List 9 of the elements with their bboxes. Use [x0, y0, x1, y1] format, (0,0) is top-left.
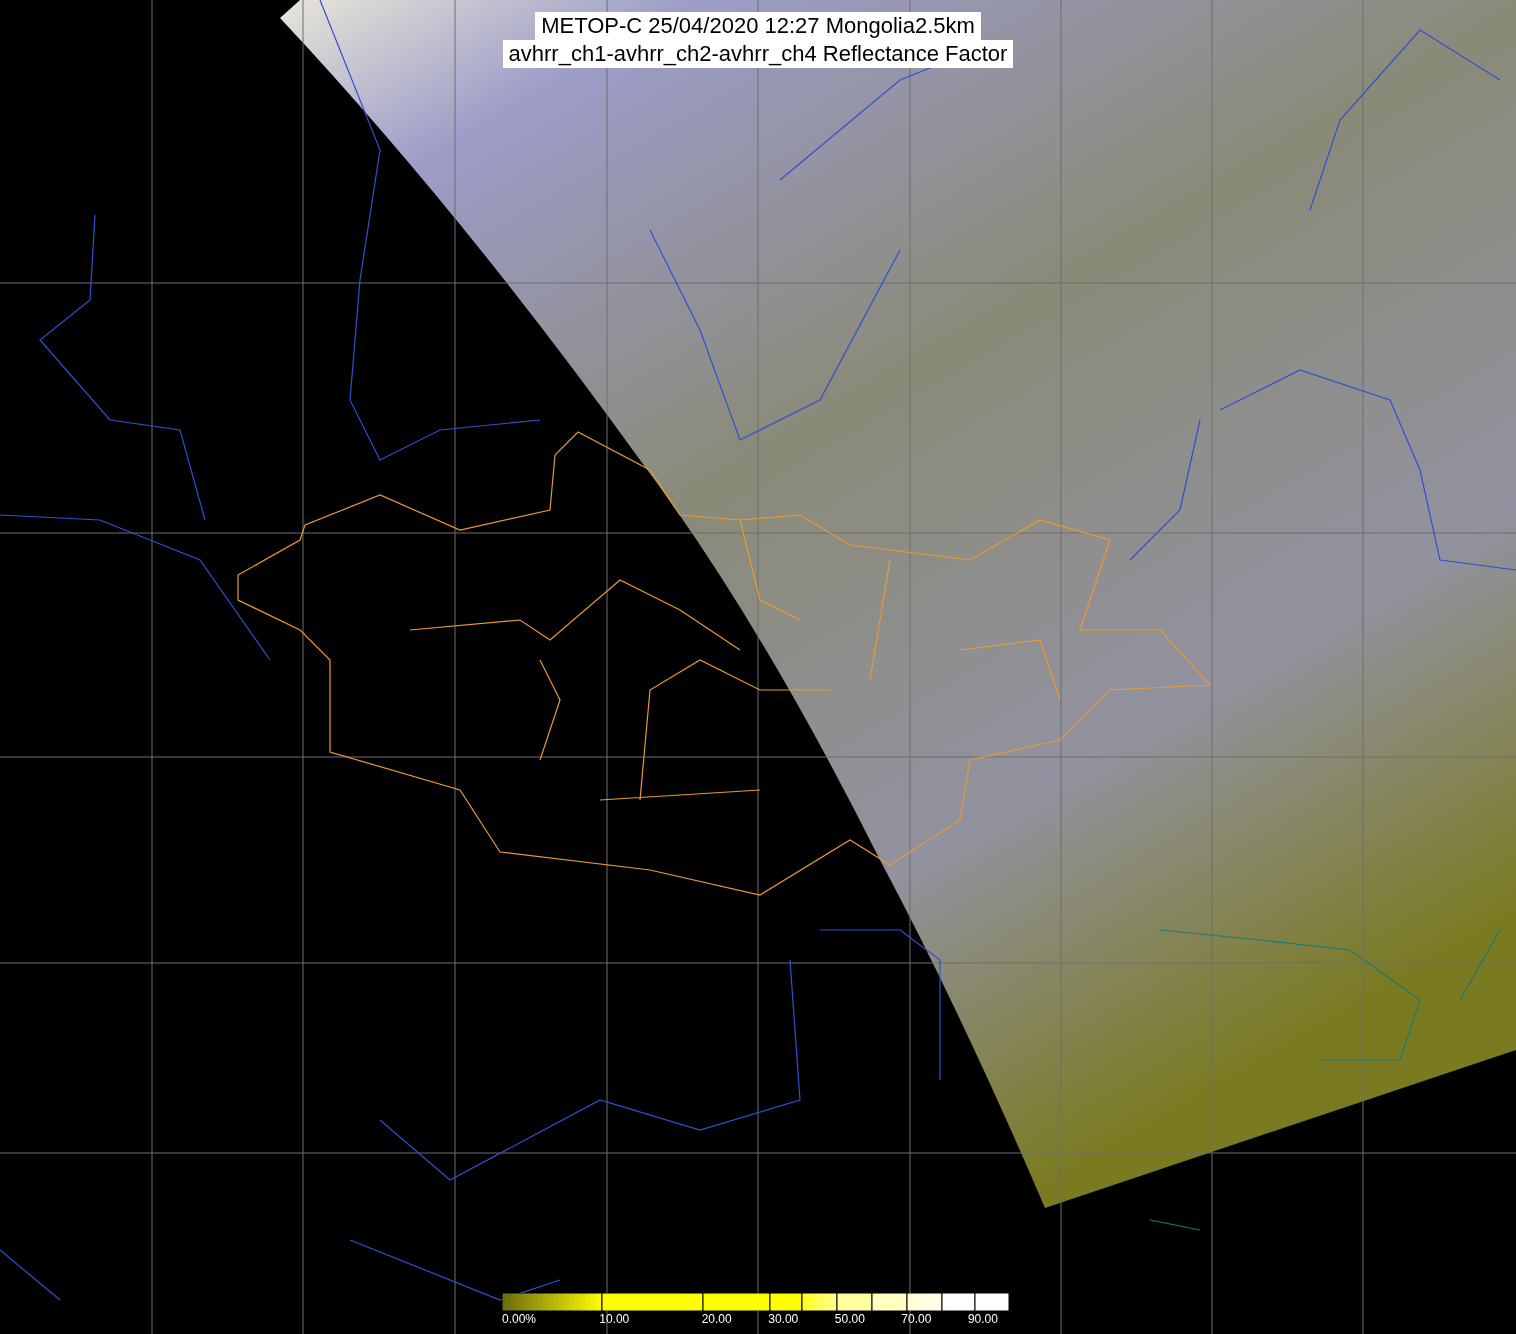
image-title: METOP-C 25/04/2020 12:27 Mongolia2.5km	[535, 12, 981, 40]
colorbar-label: 90.00	[967, 1312, 998, 1326]
colorbar-label: 10.00	[599, 1312, 630, 1326]
colorbar-label: 20.00	[701, 1312, 732, 1326]
colorbar-label: 70.00	[901, 1312, 932, 1326]
image-title: avhrr_ch1-avhrr_ch2-avhrr_ch4 Reflectance Factor	[502, 40, 1014, 68]
colorbar-label: 0.00%	[502, 1312, 537, 1326]
colorbar-label: 50.00	[834, 1312, 865, 1326]
colorbar-label: 30.00	[768, 1312, 799, 1326]
